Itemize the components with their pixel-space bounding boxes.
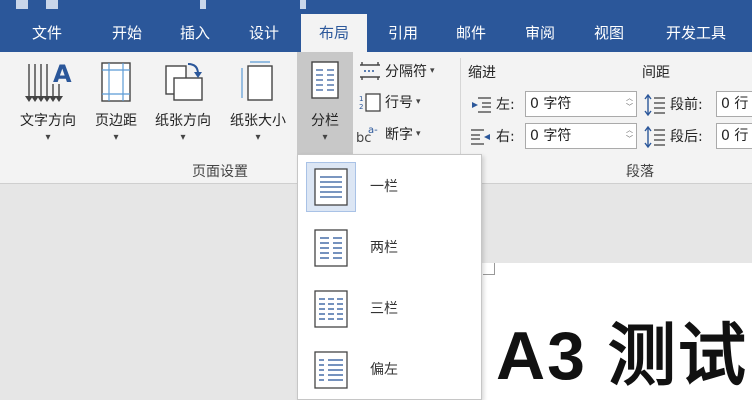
size-label: 纸张大小 (230, 113, 286, 129)
spacing-after-icon (644, 126, 665, 148)
columns-dropdown-menu: 一栏 两栏 三栏 偏左 (297, 154, 482, 400)
page-setup-group-label: 页面设置 (192, 164, 248, 180)
spinner-icon[interactable]: ︿ ﹀ (626, 94, 633, 112)
chevron-down-icon: ▾ (430, 66, 435, 76)
line-numbers-button[interactable]: 1 2 行号 ▾ (358, 90, 421, 114)
tab-review[interactable]: 审阅 (508, 14, 572, 52)
margins-icon (96, 60, 136, 108)
quick-access-icon[interactable] (200, 0, 206, 9)
menu-item-one-column[interactable]: 一栏 (298, 157, 481, 217)
paper-size-icon (238, 60, 278, 108)
svg-text:1: 1 (359, 95, 363, 103)
menu-item-two-columns[interactable]: 两栏 (298, 218, 481, 278)
menu-item-label: 两栏 (370, 240, 398, 256)
spacing-after-value: 0 行 (721, 128, 749, 144)
menu-item-three-columns[interactable]: 三栏 (298, 279, 481, 339)
indent-right-field[interactable]: 0 字符 ︿ ﹀ (525, 123, 637, 149)
one-column-icon (306, 162, 356, 212)
chevron-down-icon: ▾ (416, 97, 421, 107)
svg-text:2: 2 (359, 103, 363, 111)
spacing-heading: 间距 (642, 65, 670, 81)
chevron-down-icon: ▾ (416, 129, 421, 139)
document-text[interactable]: A3 测试 (496, 300, 748, 399)
svg-text:a-: a- (368, 125, 378, 136)
line-numbers-icon: 1 2 (359, 93, 381, 112)
chevron-down-icon: ▾ (322, 132, 328, 143)
tab-layout[interactable]: 布局 (301, 14, 367, 52)
indent-left-icon (472, 97, 491, 113)
quick-access-icon[interactable] (16, 0, 28, 9)
indent-right-icon (471, 129, 490, 145)
columns-label: 分栏 (311, 113, 339, 129)
margins-label: 页边距 (95, 113, 137, 129)
spacing-after-label: 段后: (670, 129, 703, 145)
text-direction-label: 文字方向 (20, 113, 76, 129)
chevron-down-icon: ▾ (45, 132, 51, 143)
text-direction-icon: A (23, 60, 73, 108)
tab-view[interactable]: 视图 (578, 14, 640, 52)
indent-left-value: 0 字符 (530, 96, 572, 112)
three-columns-icon (306, 284, 356, 334)
menu-item-label: 三栏 (370, 301, 398, 317)
tab-file[interactable]: 文件 (14, 14, 80, 52)
columns-icon (309, 60, 341, 104)
tab-references[interactable]: 引用 (372, 14, 434, 52)
menu-item-label: 一栏 (370, 179, 398, 195)
tab-insert[interactable]: 插入 (164, 14, 226, 52)
breaks-label: 分隔符 (385, 64, 427, 80)
quick-access-icon[interactable] (46, 0, 58, 9)
hyphenation-button[interactable]: bc a- 断字 ▾ (356, 122, 421, 146)
svg-text:A: A (53, 60, 72, 88)
indent-right-value: 0 字符 (530, 128, 572, 144)
text-direction-button[interactable]: A 文字方向 ▾ (10, 52, 86, 156)
quick-access-icon[interactable] (300, 0, 306, 9)
tab-developer[interactable]: 开发工具 (648, 14, 744, 52)
columns-button[interactable]: 分栏 ▾ (297, 52, 353, 154)
paragraph-group-label: 段落 (626, 164, 654, 180)
indent-heading: 缩进 (468, 65, 496, 81)
menu-item-left-column[interactable]: 偏左 (298, 340, 481, 400)
menu-item-label: 偏左 (370, 362, 398, 378)
tab-mailings[interactable]: 邮件 (440, 14, 502, 52)
margins-button[interactable]: 页边距 ▾ (86, 52, 146, 156)
tab-design[interactable]: 设计 (232, 14, 296, 52)
indent-left-label: 左: (496, 97, 515, 113)
breaks-icon (360, 62, 380, 80)
hyphenation-label: 断字 (385, 127, 413, 143)
spacing-after-field[interactable]: 0 行 (716, 123, 752, 149)
indent-left-field[interactable]: 0 字符 ︿ ﹀ (525, 91, 637, 117)
chevron-down-icon: ▾ (255, 132, 261, 143)
two-columns-icon (306, 223, 356, 273)
spacing-before-icon (644, 94, 665, 116)
page-corner-mark (483, 263, 495, 275)
spacing-before-value: 0 行 (721, 96, 749, 112)
breaks-button[interactable]: 分隔符 ▾ (358, 59, 435, 83)
spinner-icon[interactable]: ︿ ﹀ (626, 126, 633, 144)
spacing-before-label: 段前: (670, 97, 703, 113)
orientation-button[interactable]: 纸张方向 ▾ (146, 52, 220, 156)
indent-right-label: 右: (496, 129, 515, 145)
orientation-icon (160, 60, 206, 108)
chevron-down-icon: ▾ (180, 132, 186, 143)
hyphenation-icon: bc a- (356, 125, 378, 144)
size-button[interactable]: 纸张大小 ▾ (220, 52, 296, 156)
spacing-before-field[interactable]: 0 行 (716, 91, 752, 117)
left-column-icon (306, 345, 356, 395)
line-numbers-label: 行号 (385, 95, 413, 111)
ribbon-tab-bar: 文件 开始 插入 设计 布局 引用 邮件 审阅 视图 开发工具 (0, 14, 752, 52)
tab-home[interactable]: 开始 (96, 14, 158, 52)
orientation-label: 纸张方向 (155, 113, 211, 129)
chevron-down-icon: ▾ (113, 132, 119, 143)
title-bar (0, 0, 752, 14)
